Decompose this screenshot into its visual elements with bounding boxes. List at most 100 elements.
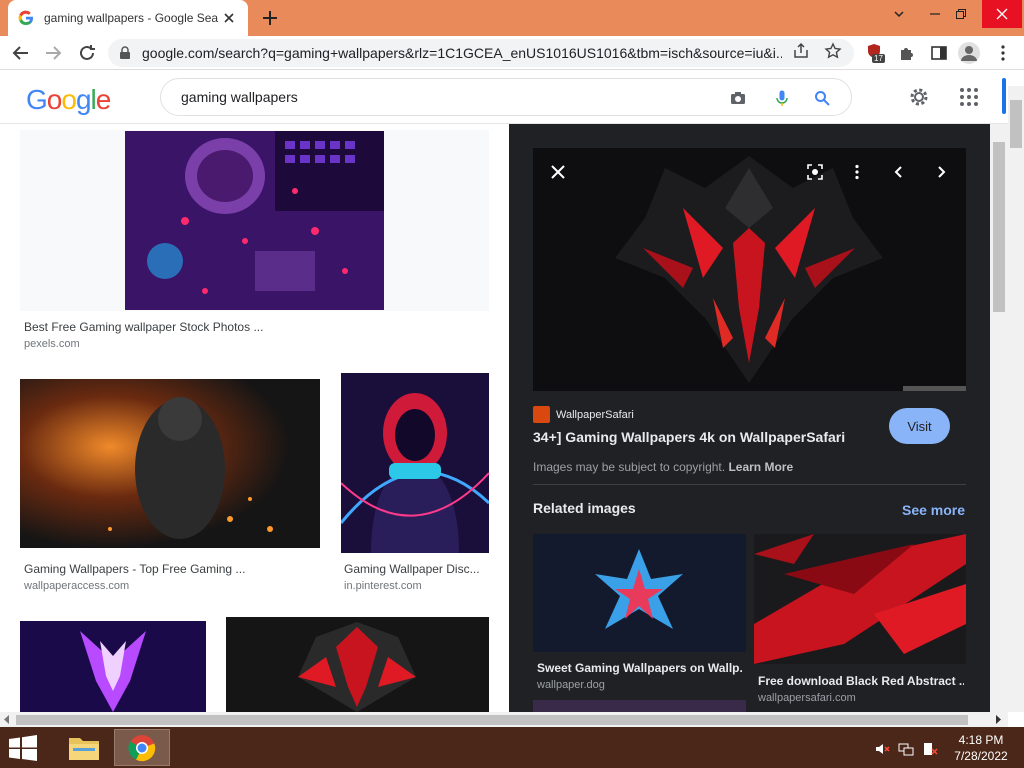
chevron-down-icon <box>894 11 904 18</box>
related-thumbnail[interactable] <box>533 700 746 712</box>
image-results: Best Free Gaming wallpaper Stock Photos … <box>0 124 509 712</box>
more-vert-icon[interactable] <box>994 44 1012 62</box>
chevron-left-icon <box>894 166 902 178</box>
apps-grid-icon[interactable] <box>958 86 980 108</box>
sign-in-edge[interactable] <box>1002 78 1006 114</box>
learn-more-link[interactable]: Learn More <box>728 460 793 474</box>
tab-search-button[interactable] <box>882 0 916 28</box>
address-bar[interactable]: google.com/search?q=gaming+wallpapers&rl… <box>108 39 854 67</box>
more-options-button[interactable] <box>841 156 873 188</box>
preview-title[interactable]: 34+] Gaming Wallpapers 4k on WallpaperSa… <box>533 429 845 445</box>
tab-close-icon[interactable] <box>220 9 238 27</box>
reload-icon[interactable] <box>76 42 98 64</box>
search-icon[interactable] <box>813 89 831 107</box>
new-tab-icon[interactable] <box>258 6 282 30</box>
related-source: wallpaper.dog <box>537 679 605 691</box>
person-icon <box>961 46 977 61</box>
related-title[interactable]: Free download Black Red Abstract ... <box>758 674 964 688</box>
windows-start-icon[interactable] <box>8 735 38 761</box>
horizontal-scrollbar-thumb[interactable] <box>16 715 968 725</box>
more-vert-icon <box>855 164 859 180</box>
chevron-right-icon <box>938 166 946 178</box>
related-title[interactable]: Sweet Gaming Wallpapers on Wallp... <box>537 661 743 675</box>
result-source: in.pinterest.com <box>344 580 422 592</box>
related-source: wallpapersafari.com <box>758 692 856 704</box>
action-center-icon[interactable] <box>922 741 938 757</box>
previous-image-button[interactable] <box>883 156 915 188</box>
page-scrollbar-thumb[interactable] <box>1010 100 1022 148</box>
system-clock[interactable]: 4:18 PM 7/28/2022 <box>948 732 1014 764</box>
close-preview-button[interactable] <box>542 156 574 188</box>
google-header: Google <box>0 70 1008 124</box>
minimize-icon <box>930 13 940 15</box>
logo-letter: g <box>75 84 92 115</box>
tab-title: gaming wallpapers - Google Sea <box>44 11 219 25</box>
divider <box>533 484 966 485</box>
extension-button[interactable]: 17 <box>866 43 886 63</box>
google-favicon-icon <box>18 10 33 26</box>
microphone-icon[interactable] <box>773 89 791 107</box>
preview-site[interactable]: WallpaperSafari <box>533 406 634 423</box>
logo-letter: o <box>61 84 77 115</box>
browser-toolbar: google.com/search?q=gaming+wallpapers&rl… <box>0 36 1024 70</box>
visit-button[interactable]: Visit <box>889 408 950 444</box>
result-source: wallpaperaccess.com <box>24 580 130 592</box>
lens-search-button[interactable] <box>799 156 831 188</box>
search-input[interactable] <box>181 87 701 107</box>
volume-muted-icon[interactable] <box>874 741 890 757</box>
file-explorer-taskbar-button[interactable] <box>56 729 112 766</box>
copyright-text: Images may be subject to copyright. <box>533 460 726 474</box>
scroll-right-icon[interactable] <box>994 715 1002 724</box>
side-panel-icon[interactable] <box>930 44 948 62</box>
related-thumbnail[interactable] <box>754 534 966 664</box>
extensions-puzzle-icon[interactable] <box>898 44 916 62</box>
related-images-heading: Related images <box>533 500 636 516</box>
site-name: WallpaperSafari <box>556 408 634 421</box>
result-thumbnail[interactable] <box>341 373 489 553</box>
chrome-icon <box>128 734 156 761</box>
page-scrollbar[interactable] <box>1008 86 1024 712</box>
restore-icon <box>956 9 966 19</box>
settings-gear-icon[interactable] <box>908 86 930 108</box>
result-title[interactable]: Best Free Gaming wallpaper Stock Photos … <box>24 320 284 334</box>
restore-button[interactable] <box>944 0 978 28</box>
logo-letter: o <box>46 84 63 115</box>
result-title[interactable]: Gaming Wallpaper Disc... <box>344 562 486 576</box>
bookmark-star-icon[interactable] <box>824 42 842 60</box>
image-preview-panel: WallpaperSafari 34+] Gaming Wallpapers 4… <box>509 124 990 712</box>
see-more-link[interactable]: See more <box>902 502 965 518</box>
logo-letter: e <box>95 84 112 115</box>
search-box <box>160 78 852 116</box>
forward-arrow-icon[interactable] <box>42 42 64 64</box>
network-icon[interactable] <box>898 741 914 757</box>
lens-icon <box>807 164 823 180</box>
folder-icon <box>69 737 99 760</box>
result-thumbnail[interactable] <box>20 379 320 548</box>
close-window-button[interactable] <box>982 0 1022 28</box>
extension-badge: 17 <box>872 54 885 63</box>
close-icon <box>551 165 565 179</box>
browser-tab[interactable]: gaming wallpapers - Google Sea <box>8 0 248 36</box>
url-text: google.com/search?q=gaming+wallpapers&rl… <box>142 45 782 61</box>
camera-icon[interactable] <box>729 89 747 107</box>
related-thumbnail[interactable] <box>533 534 746 652</box>
result-source: pexels.com <box>24 338 80 350</box>
chrome-taskbar-button[interactable] <box>114 729 170 766</box>
next-image-button[interactable] <box>925 156 957 188</box>
panel-scrollbar-thumb[interactable] <box>993 142 1005 312</box>
copyright-notice: Images may be subject to copyright. Lear… <box>533 460 793 474</box>
lock-icon[interactable] <box>118 46 132 60</box>
profile-avatar[interactable] <box>958 42 980 64</box>
back-arrow-icon[interactable] <box>10 42 32 64</box>
logo-letter: G <box>26 84 48 115</box>
result-title[interactable]: Gaming Wallpapers - Top Free Gaming ... <box>24 562 264 576</box>
google-logo[interactable]: Google <box>26 84 112 116</box>
result-thumbnail[interactable] <box>125 131 384 310</box>
result-thumbnail[interactable] <box>20 621 206 712</box>
clock-date: 7/28/2022 <box>954 749 1008 763</box>
clock-time: 4:18 PM <box>958 733 1004 747</box>
scroll-left-icon[interactable] <box>3 715 11 724</box>
share-icon[interactable] <box>792 42 810 60</box>
browser-title-bar: gaming wallpapers - Google Sea <box>0 0 1024 36</box>
result-thumbnail[interactable] <box>226 617 489 712</box>
